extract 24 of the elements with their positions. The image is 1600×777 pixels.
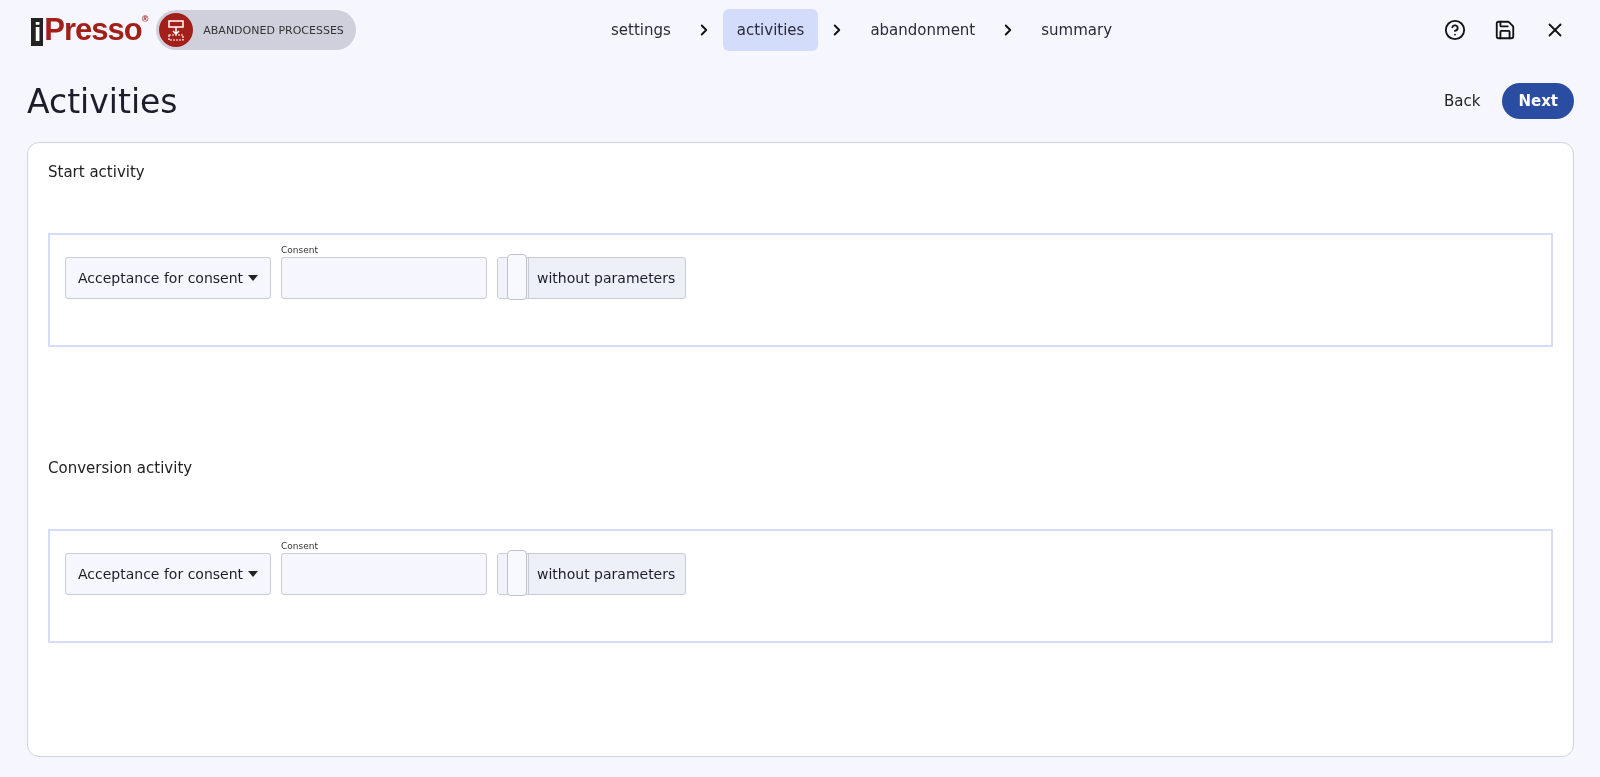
step-tab[interactable]: summary: [1027, 9, 1127, 51]
consent-field[interactable]: [281, 257, 487, 299]
section-title: Conversion activity: [48, 459, 194, 477]
consent-field[interactable]: [281, 553, 487, 595]
dropdown-caret-icon: [248, 275, 258, 281]
step-tab[interactable]: settings: [596, 9, 685, 51]
activity-select[interactable]: Acceptance for consent: [65, 257, 271, 299]
section-title: Start activity: [48, 163, 146, 181]
field-label: Consent: [281, 541, 319, 551]
back-button[interactable]: Back: [1438, 91, 1487, 111]
save-icon[interactable]: [1494, 19, 1516, 41]
help-icon[interactable]: [1444, 19, 1466, 41]
step-tab[interactable]: activities: [722, 9, 819, 51]
step-tab[interactable]: abandonment: [856, 9, 990, 51]
ipresso-logo: i Presso®: [27, 12, 149, 48]
module-badge: ABANDONED PROCESSES: [156, 10, 356, 50]
activity-select[interactable]: Acceptance for consent: [65, 553, 271, 595]
page-title: Activities: [27, 81, 178, 121]
parameters-toggle[interactable]: without parameters: [497, 257, 687, 299]
next-button[interactable]: Next: [1502, 83, 1574, 119]
parameters-toggle[interactable]: without parameters: [497, 553, 687, 595]
field-label: Consent: [281, 245, 319, 255]
flow-icon: [159, 13, 194, 47]
dropdown-caret-icon: [248, 571, 258, 577]
